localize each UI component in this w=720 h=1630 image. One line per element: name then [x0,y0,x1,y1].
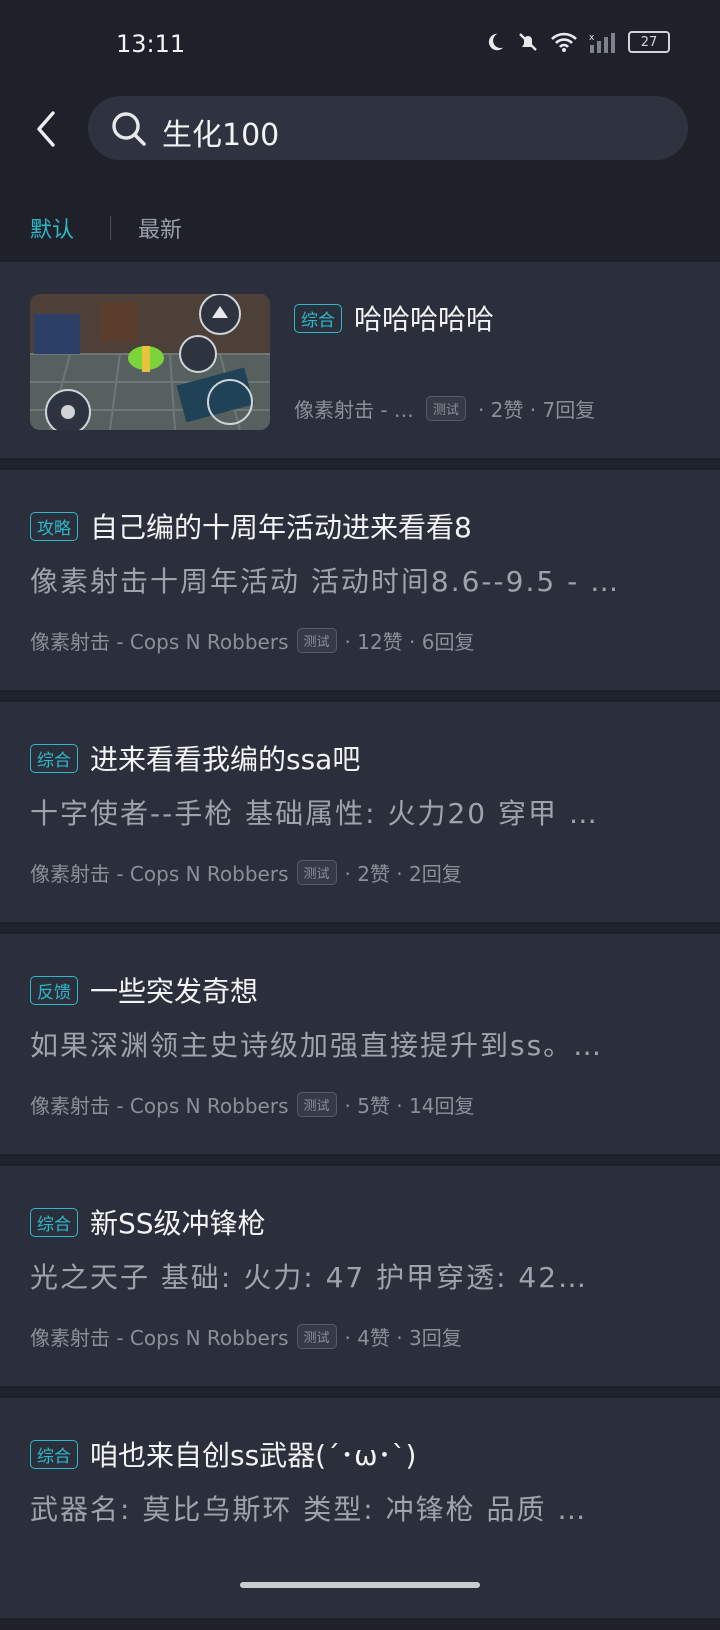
post-stats: · 2赞 · 2回复 [344,862,462,886]
post-title: 进来看看我编的ssa吧 [90,743,361,776]
post-excerpt: 光之天子 基础: 火力: 47 护甲穿透: 42… [30,1261,589,1294]
post-title: 咱也来自创ss武器(´･ω･`) [90,1439,417,1472]
post-game[interactable]: 像素射击 - … [294,394,414,423]
post-title: 哈哈哈哈哈 [354,303,495,336]
post-thumbnail [30,294,270,430]
post-card[interactable]: 综合 哈哈哈哈哈 像素射击 - … 测试 · 2赞 · 7回复 [0,262,720,458]
post-tag: 综合 [30,1207,78,1237]
post-title-row: 综合 咱也来自创ss武器(´･ω･`) [30,1434,416,1474]
post-card[interactable]: 反馈 一些突发奇想 如果深渊领主史诗级加强直接提升到ss。… 像素射击 - Cop… [0,934,720,1154]
status-bar: 13:11 x 27 [0,0,720,92]
search-icon [112,112,146,146]
post-stats: · 4赞 · 3回复 [344,1326,462,1350]
search-input[interactable]: 生化100 [88,96,688,160]
post-feed: 综合 哈哈哈哈哈 像素射击 - … 测试 · 2赞 · 7回复 攻略 自己编的十周年… [0,262,720,1630]
post-game[interactable]: 像素射击 - Cops N Robbers [30,1322,289,1351]
post-game[interactable]: 像素射击 - Cops N Robbers [30,626,289,655]
post-excerpt: 十字使者--手枪 基础属性: 火力20 穿甲 … [30,797,599,830]
post-excerpt: 像素射击十周年活动 活动时间8.6--9.5 - … [30,565,621,598]
signal-icon: x [589,33,615,53]
test-badge: 测试 [296,1092,337,1117]
post-meta: 像素射击 - Cops N Robbers 测试 · 4赞 · 3回复 [30,1322,462,1351]
test-badge: 测试 [296,1324,337,1349]
chevron-left-icon [37,111,55,147]
post-tag: 反馈 [30,975,78,1005]
search-query: 生化100 [162,118,280,153]
test-badge: 测试 [296,628,337,653]
test-badge: 测试 [425,396,466,421]
post-card[interactable]: 综合 新SS级冲锋枪 光之天子 基础: 火力: 47 护甲穿透: 42… 像素射击… [0,1166,720,1386]
post-meta: 像素射击 - … 测试 · 2赞 · 7回复 [294,394,595,423]
post-excerpt: 如果深渊领主史诗级加强直接提升到ss。… [30,1029,604,1062]
post-title-row: 综合 进来看看我编的ssa吧 [30,738,360,778]
moon-icon [488,33,504,51]
svg-text:x: x [589,33,595,43]
wifi-icon [551,32,577,52]
post-tag: 综合 [294,303,342,333]
status-time: 13:11 [116,30,186,58]
mute-bell-icon [519,33,537,51]
post-title-row: 攻略 自己编的十周年活动进来看看8 [30,506,472,546]
post-meta: 像素射击 - Cops N Robbers 测试 · 2赞 · 2回复 [30,858,462,887]
tab-default[interactable]: 默认 [30,212,74,244]
post-meta: 像素射击 - Cops N Robbers 测试 · 5赞 · 14回复 [30,1090,474,1119]
post-title-row: 综合 哈哈哈哈哈 [294,298,494,338]
sort-tabs: 默认 最新 [0,206,720,250]
battery-icon: 27 [628,31,670,53]
post-card[interactable]: 综合 进来看看我编的ssa吧 十字使者--手枪 基础属性: 火力20 穿甲 … 像… [0,702,720,922]
back-button[interactable] [26,104,66,154]
post-title-row: 综合 新SS级冲锋枪 [30,1202,266,1242]
post-stats: · 5赞 · 14回复 [344,1094,475,1118]
post-meta: 像素射击 - Cops N Robbers 测试 · 12赞 · 6回复 [30,626,474,655]
post-tag: 攻略 [30,511,78,541]
tab-divider [110,216,111,240]
post-tag: 综合 [30,1439,78,1469]
post-card[interactable]: 攻略 自己编的十周年活动进来看看8 像素射击十周年活动 活动时间8.6--9.5 … [0,470,720,690]
post-title-row: 反馈 一些突发奇想 [30,970,258,1010]
post-title: 新SS级冲锋枪 [90,1207,266,1240]
post-title: 自己编的十周年活动进来看看8 [90,511,472,544]
post-game[interactable]: 像素射击 - Cops N Robbers [30,858,289,887]
test-badge: 测试 [296,860,337,885]
post-stats: · 12赞 · 6回复 [344,630,475,654]
post-stats: · 2赞 · 7回复 [477,398,596,422]
post-game[interactable]: 像素射击 - Cops N Robbers [30,1090,289,1119]
status-icons: x 27 [484,30,670,54]
home-indicator[interactable] [240,1582,480,1588]
search-header: 生化100 [0,92,720,182]
post-tag: 综合 [30,743,78,773]
post-excerpt: 武器名: 莫比乌斯环 类型: 冲锋枪 品质 … [30,1493,588,1526]
post-title: 一些突发奇想 [90,975,259,1008]
tab-latest[interactable]: 最新 [138,212,182,244]
